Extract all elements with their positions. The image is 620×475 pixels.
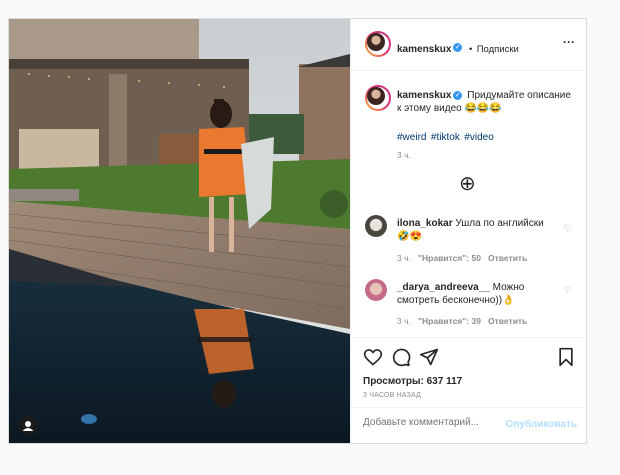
bookmark-icon[interactable] — [557, 347, 575, 372]
comment-icon[interactable] — [391, 347, 411, 372]
comment-likes[interactable]: "Нравится": 39 — [418, 316, 481, 326]
follow-button[interactable]: Подписки — [477, 44, 519, 55]
hashtag-video[interactable]: #video — [464, 132, 493, 143]
heart-icon[interactable] — [363, 347, 383, 372]
post-video[interactable] — [9, 19, 350, 443]
comment-meta: 3 ч. "Нравится": 39 Ответить — [397, 316, 527, 326]
caption-time: 3 ч. — [397, 150, 411, 160]
comment-reply[interactable]: Ответить — [488, 316, 527, 326]
post-actions: Просмотры: 637 117 3 ЧАСОВ НАЗАД Опублик… — [351, 337, 587, 443]
comment: ilona_kokar Ушла по английски 🤣😍 — [397, 217, 557, 243]
header-user: kamenskux ✓ • Подписки — [397, 39, 519, 57]
more-options-icon[interactable]: ··· — [563, 35, 575, 49]
hashtags: #weird #tiktok #video — [397, 127, 494, 145]
comment: _darya_andreeva__ Можно смотреть бесконе… — [397, 281, 557, 307]
comment-time: 3 ч. — [397, 253, 411, 263]
caption: kamenskux ✓ Придумайте описание к этому в… — [397, 89, 577, 115]
header-username[interactable]: kamenskux — [397, 44, 451, 55]
post-header: kamenskux ✓ • Подписки ··· — [351, 19, 587, 71]
user-tag-icon[interactable] — [18, 416, 38, 436]
comment-time: 3 ч. — [397, 316, 411, 326]
comment-username[interactable]: ilona_kokar — [397, 218, 453, 229]
comment-username[interactable]: _darya_andreeva__ — [397, 282, 490, 293]
verified-icon: ✓ — [453, 90, 463, 100]
video-frame — [9, 19, 350, 443]
add-comment-bar: Опубликовать — [351, 407, 587, 443]
load-more-comments-icon[interactable]: ⊕ — [459, 173, 476, 195]
comment-likes[interactable]: "Нравится": 50 — [418, 253, 481, 263]
verified-icon: ✓ — [453, 43, 463, 53]
views-count[interactable]: Просмотры: 637 117 — [363, 376, 462, 387]
caption-avatar[interactable] — [365, 85, 391, 111]
header-dot: • — [468, 44, 473, 55]
avatar[interactable] — [365, 31, 391, 57]
comment-reply[interactable]: Ответить — [488, 253, 527, 263]
comment-like-icon[interactable]: ♡ — [564, 285, 572, 296]
instagram-post: kamenskux ✓ • Подписки ··· kamenskux ✓ При… — [8, 18, 587, 444]
share-icon[interactable] — [419, 347, 439, 372]
comment-avatar[interactable] — [365, 215, 387, 237]
hashtag-tiktok[interactable]: #tiktok — [431, 132, 460, 143]
comment-avatar[interactable] — [365, 279, 387, 301]
post-timestamp: 3 ЧАСОВ НАЗАД — [363, 392, 422, 399]
comment-like-icon[interactable]: ♡ — [564, 223, 572, 234]
post-sidebar: kamenskux ✓ • Подписки ··· kamenskux ✓ При… — [350, 19, 587, 443]
comment-meta: 3 ч. "Нравится": 50 Ответить — [397, 253, 527, 263]
comment-input[interactable] — [363, 417, 508, 428]
publish-button[interactable]: Опубликовать — [506, 419, 577, 430]
caption-username[interactable]: kamenskux — [397, 90, 451, 101]
hashtag-weird[interactable]: #weird — [397, 132, 426, 143]
